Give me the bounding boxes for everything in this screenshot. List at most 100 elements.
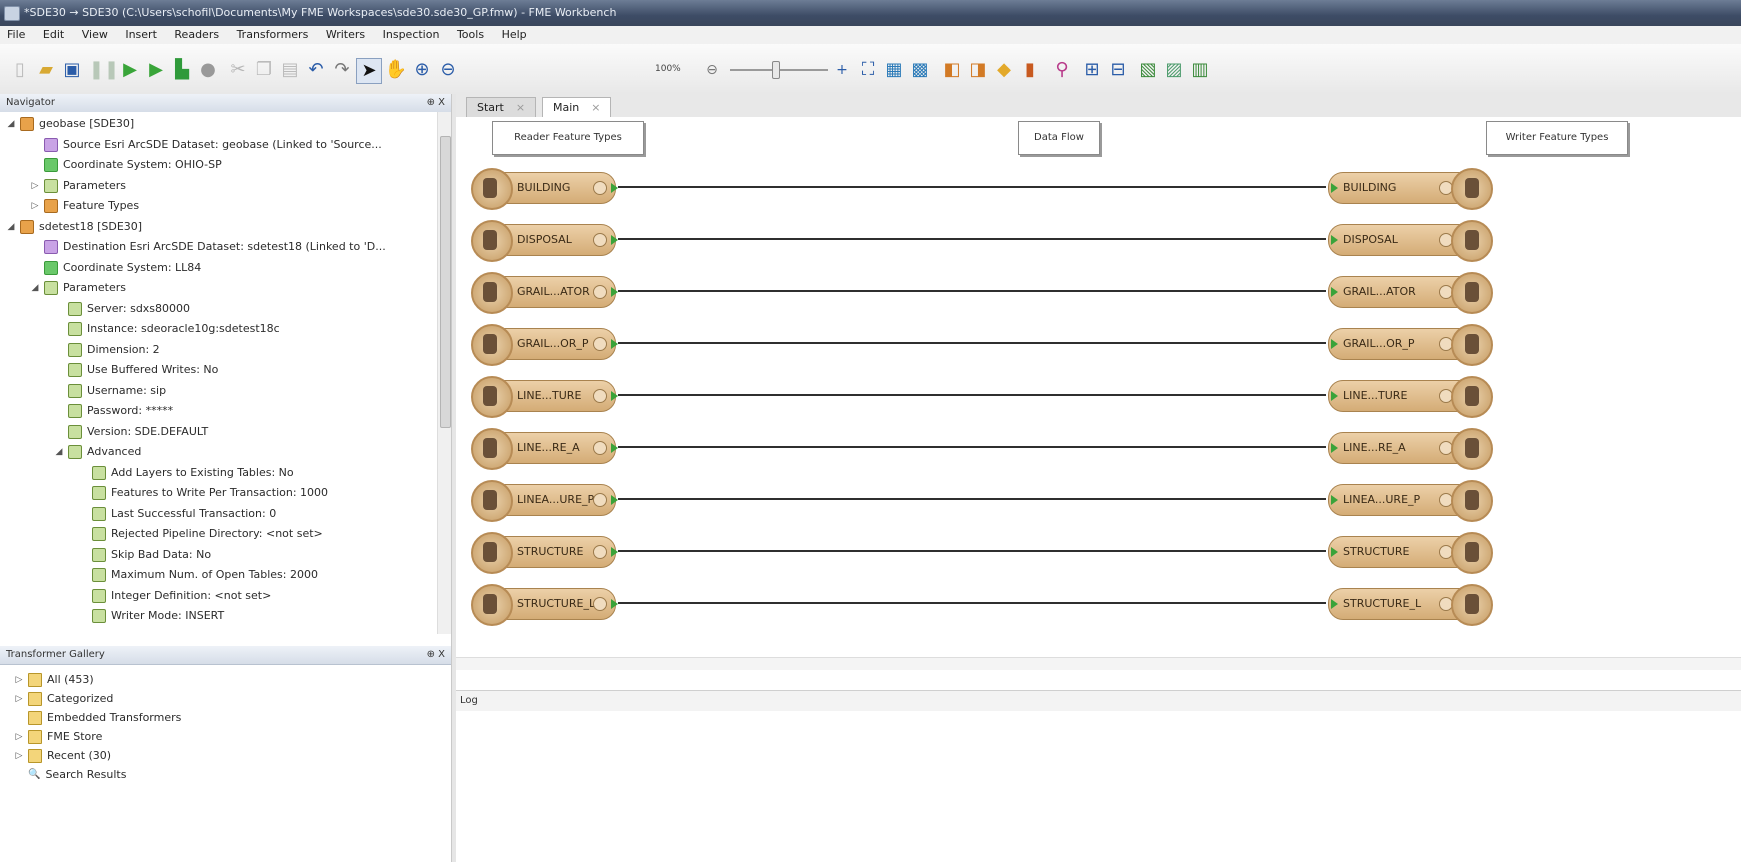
zoom-plus-icon[interactable]: + bbox=[830, 58, 854, 82]
expand-toggle-icon[interactable]: ◢ bbox=[6, 114, 16, 134]
zoom-in-icon[interactable]: ⊕ bbox=[410, 58, 434, 82]
tree-item[interactable]: Integer Definition: <not set> bbox=[78, 586, 271, 606]
tree-item[interactable]: Use Buffered Writes: No bbox=[54, 360, 218, 380]
inspect-icon[interactable]: ▙ bbox=[170, 58, 194, 82]
connection-line[interactable] bbox=[618, 394, 1326, 396]
menu-tools[interactable]: Tools bbox=[450, 26, 491, 44]
menu-help[interactable]: Help bbox=[495, 26, 534, 44]
tree-item[interactable]: Last Successful Transaction: 0 bbox=[78, 504, 276, 524]
tree-item[interactable]: Destination Esri ArcSDE Dataset: sdetest… bbox=[30, 237, 386, 257]
undo-icon[interactable]: ↶ bbox=[304, 58, 328, 82]
reader-feature-type[interactable]: GRAIL...OR_P bbox=[471, 324, 618, 366]
reader-feature-type[interactable]: STRUCTURE_L bbox=[471, 584, 618, 626]
output-port-icon[interactable] bbox=[611, 235, 618, 245]
zoom-minus-icon[interactable]: ⊖ bbox=[700, 58, 724, 82]
input-port-icon[interactable] bbox=[1331, 235, 1338, 245]
input-port-icon[interactable] bbox=[1331, 547, 1338, 557]
input-port-icon[interactable] bbox=[1331, 599, 1338, 609]
expand-toggle-icon[interactable]: ▷ bbox=[14, 746, 24, 766]
connection-line[interactable] bbox=[618, 602, 1326, 604]
gallery-item[interactable]: ▷ All (453) bbox=[14, 670, 94, 690]
output-port-icon[interactable] bbox=[611, 495, 618, 505]
zoom-slider-thumb[interactable] bbox=[772, 61, 780, 79]
close-icon[interactable]: × bbox=[591, 101, 600, 114]
tree-item[interactable]: Features to Write Per Transaction: 1000 bbox=[78, 483, 328, 503]
output-port-icon[interactable] bbox=[611, 339, 618, 349]
gallery-item[interactable]: ▷ FME Store bbox=[14, 727, 102, 747]
connection-line[interactable] bbox=[618, 498, 1326, 500]
new-icon[interactable]: ▯ bbox=[8, 58, 32, 82]
tree-item[interactable]: Source Esri ArcSDE Dataset: geobase (Lin… bbox=[30, 135, 382, 155]
output-port-icon[interactable] bbox=[611, 183, 618, 193]
output-port-icon[interactable] bbox=[611, 287, 618, 297]
layout-icon[interactable]: ⊟ bbox=[1106, 58, 1130, 82]
merge-icon[interactable]: ◆ bbox=[992, 58, 1016, 82]
gallery-item[interactable]: ▷ Categorized bbox=[14, 689, 113, 709]
tree-item[interactable]: Instance: sdeoracle10g:sdetest18c bbox=[54, 319, 280, 339]
output-port-icon[interactable] bbox=[611, 443, 618, 453]
navigator-scrollbar[interactable] bbox=[437, 112, 451, 634]
reader-feature-type[interactable]: LINE...RE_A bbox=[471, 428, 618, 470]
reader-feature-type[interactable]: BUILDING bbox=[471, 168, 618, 210]
run-to-icon[interactable]: ▶ bbox=[144, 58, 168, 82]
expand-toggle-icon[interactable]: ▷ bbox=[14, 689, 24, 709]
menu-inspection[interactable]: Inspection bbox=[376, 26, 447, 44]
reader-feature-type[interactable]: DISPOSAL bbox=[471, 220, 618, 262]
connection-line[interactable] bbox=[618, 186, 1326, 188]
input-port-icon[interactable] bbox=[1331, 339, 1338, 349]
gallery-item[interactable]: Embedded Transformers bbox=[14, 708, 181, 728]
expand-toggle-icon[interactable]: ▷ bbox=[30, 196, 40, 216]
writer-feature-type[interactable]: LINE...RE_A bbox=[1328, 428, 1493, 470]
expand-toggle-icon[interactable]: ◢ bbox=[6, 217, 16, 237]
writer-feature-type[interactable]: GRAIL...ATOR bbox=[1328, 272, 1493, 314]
menu-insert[interactable]: Insert bbox=[118, 26, 164, 44]
tree-item[interactable]: ◢ Parameters bbox=[30, 278, 126, 298]
align-icon[interactable]: ⊞ bbox=[1080, 58, 1104, 82]
tree-item[interactable]: ◢ geobase [SDE30] bbox=[6, 114, 134, 134]
reader-feature-type[interactable]: LINEA...URE_P bbox=[471, 480, 618, 522]
tree-item[interactable]: Dimension: 2 bbox=[54, 340, 160, 360]
gallery-item[interactable]: ▷ Recent (30) bbox=[14, 746, 111, 766]
tree-item[interactable]: ◢ sdetest18 [SDE30] bbox=[6, 217, 142, 237]
save-icon[interactable]: ▣ bbox=[60, 58, 84, 82]
tree-item[interactable]: Maximum Num. of Open Tables: 2000 bbox=[78, 565, 318, 585]
output-port-icon[interactable] bbox=[611, 391, 618, 401]
close-icon[interactable]: × bbox=[516, 101, 525, 114]
canvas-horizontal-scrollbar[interactable] bbox=[456, 657, 1741, 670]
copy-icon[interactable]: ❐ bbox=[252, 58, 276, 82]
redo-icon[interactable]: ↷ bbox=[330, 58, 354, 82]
gallery-pin-close[interactable]: ⊕ X bbox=[427, 646, 445, 664]
zoom-out-icon[interactable]: ⊖ bbox=[436, 58, 460, 82]
tree-item[interactable]: Server: sdxs80000 bbox=[54, 299, 190, 319]
output-port-icon[interactable] bbox=[611, 547, 618, 557]
output-port-icon[interactable] bbox=[611, 599, 618, 609]
reader-feature-type[interactable]: LINE...TURE bbox=[471, 376, 618, 418]
bookmark-data-flow[interactable]: Data Flow bbox=[1018, 121, 1100, 155]
input-port-icon[interactable] bbox=[1331, 495, 1338, 505]
expand-toggle-icon[interactable]: ◢ bbox=[30, 278, 40, 298]
workspace-canvas[interactable]: Reader Feature Types Data Flow Writer Fe… bbox=[456, 117, 1741, 657]
writer-feature-type[interactable]: BUILDING bbox=[1328, 168, 1493, 210]
menu-view[interactable]: View bbox=[75, 26, 115, 44]
connection-line[interactable] bbox=[618, 238, 1326, 240]
tree-item[interactable]: Rejected Pipeline Directory: <not set> bbox=[78, 524, 323, 544]
tab-main[interactable]: Main × bbox=[542, 97, 612, 117]
writer-feature-type[interactable]: GRAIL...OR_P bbox=[1328, 324, 1493, 366]
tree-item[interactable]: Writer Mode: INSERT bbox=[78, 606, 224, 626]
tree-item[interactable]: Version: SDE.DEFAULT bbox=[54, 422, 208, 442]
expand-toggle-icon[interactable]: ◢ bbox=[54, 442, 64, 462]
tree-item[interactable]: ◢ Advanced bbox=[54, 442, 141, 462]
connect-icon[interactable]: ⚲ bbox=[1050, 58, 1074, 82]
menu-edit[interactable]: Edit bbox=[36, 26, 71, 44]
run-icon[interactable]: ▶ bbox=[118, 58, 142, 82]
stop-icon[interactable]: ● bbox=[196, 58, 220, 82]
tree-item[interactable]: Password: ***** bbox=[54, 401, 173, 421]
menu-writers[interactable]: Writers bbox=[319, 26, 372, 44]
input-port-icon[interactable] bbox=[1331, 443, 1338, 453]
pause-icon[interactable]: ❚❚ bbox=[89, 58, 119, 82]
tree-item[interactable]: Coordinate System: OHIO-SP bbox=[30, 155, 222, 175]
connection-line[interactable] bbox=[618, 290, 1326, 292]
checkin-icon[interactable]: ▥ bbox=[1188, 58, 1212, 82]
gallery-item[interactable]: 🔍 Search Results bbox=[14, 765, 126, 785]
writer-feature-type[interactable]: STRUCTURE bbox=[1328, 532, 1493, 574]
